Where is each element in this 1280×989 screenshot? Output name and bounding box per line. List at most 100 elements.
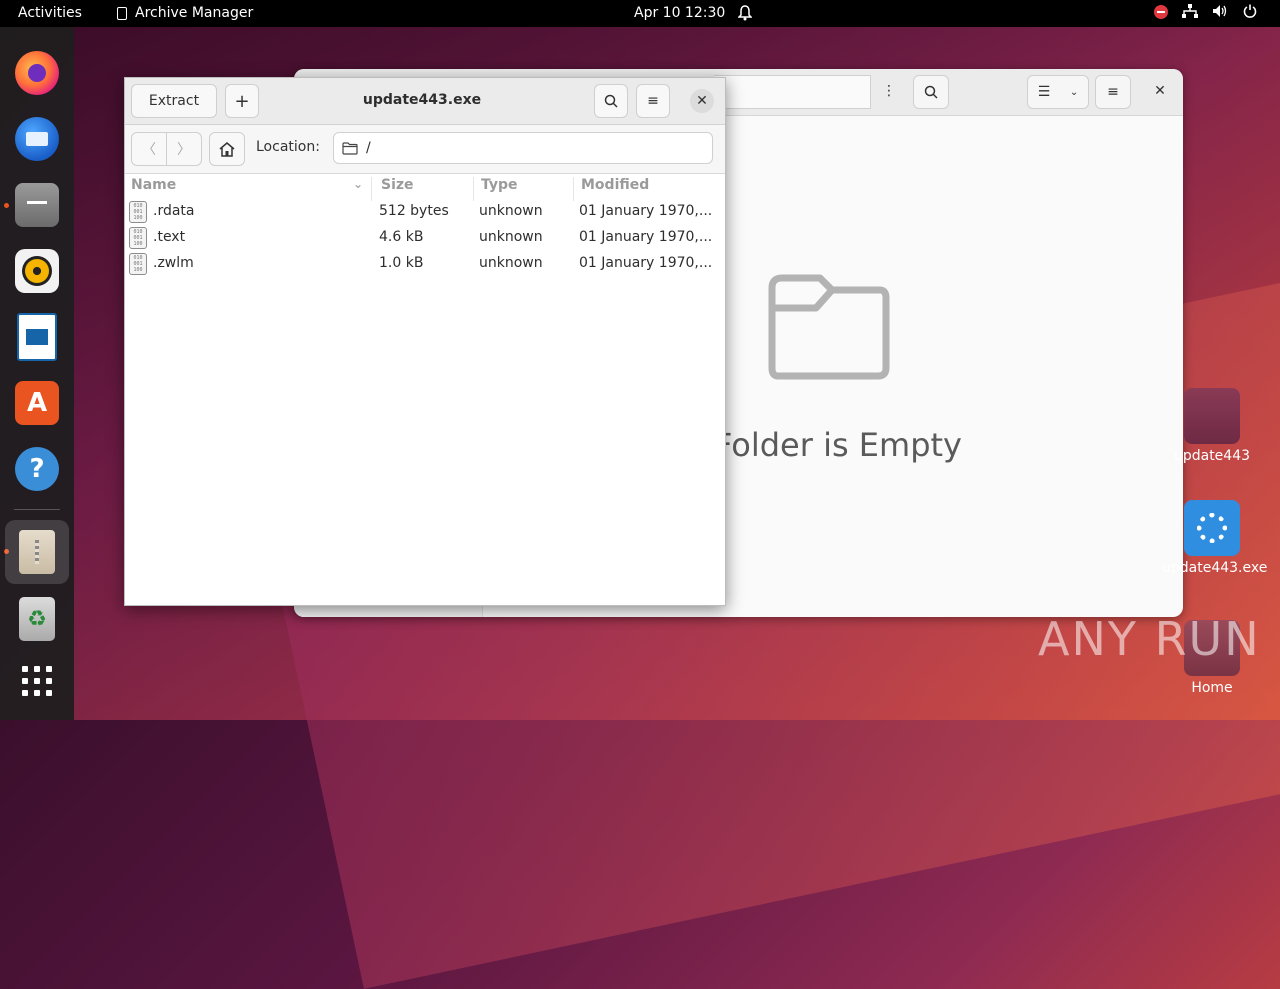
activities-button[interactable]: Activities [18,5,82,21]
close-button[interactable]: ✕ [690,89,714,113]
empty-folder-icon [768,274,890,380]
file-modified: 01 January 1970,... [579,203,713,219]
file-name: .rdata [153,203,195,219]
column-separator[interactable] [473,177,474,201]
dock: A ? ♻ [0,27,74,720]
forward-button[interactable]: 〉 [166,132,202,166]
dock-firefox[interactable] [11,47,63,99]
menu-button[interactable]: ≡ [636,84,670,118]
location-toolbar: 〈 〉 Location: / [125,125,725,174]
dock-rhythmbox[interactable] [11,245,63,297]
file-size: 4.6 kB [379,229,424,245]
home-button[interactable] [209,132,245,166]
system-tray[interactable] [1154,4,1258,20]
path-bar[interactable] [714,75,871,109]
column-headers: Name ⌄ Size Type Modified [125,174,725,201]
back-button[interactable]: 〈 [131,132,167,166]
app-menu-label: Archive Manager [135,5,254,21]
thunderbird-icon [15,117,59,161]
file-name: .text [153,229,186,245]
desktop-icon-label: update443 [1173,448,1251,464]
sort-chevron-down-icon[interactable]: ⌄ [353,177,363,191]
rhythmbox-icon [15,249,59,293]
empty-folder-message: Folder is Empty [714,426,962,464]
path-menu-icon[interactable]: ⋮ [872,75,906,107]
window-title: update443.exe [362,92,482,108]
column-type[interactable]: Type [481,177,518,193]
table-row[interactable]: 010 001 100 .zwlm 1.0 kB unknown 01 Januar… [125,251,725,277]
column-size[interactable]: Size [381,177,414,193]
close-icon: ✕ [696,93,708,109]
writer-icon [17,313,57,361]
app-menu[interactable]: Archive Manager [117,5,253,21]
dock-files[interactable] [11,179,63,231]
dock-thunderbird[interactable] [11,113,63,165]
view-toggle-button[interactable]: ☰ ⌄ [1027,75,1089,109]
notification-bell-icon[interactable] [737,5,753,25]
dock-separator [14,509,60,510]
dock-writer[interactable] [11,311,63,363]
hamburger-menu-icon[interactable]: ≡ [1095,75,1131,109]
folder-icon [342,141,358,155]
archive-manager-window[interactable]: Extract + update443.exe ≡ ✕ 〈 〉 Location… [124,77,726,606]
table-row[interactable]: 010 001 100 .text 4.6 kB unknown 01 Januar… [125,225,725,251]
file-type: unknown [479,203,543,219]
software-icon: A [15,381,59,425]
search-icon [604,94,618,108]
trash-icon: ♻ [19,597,55,641]
close-icon[interactable]: ✕ [1143,75,1177,107]
table-row[interactable]: 010 001 100 .rdata 512 bytes unknown 01 Ja… [125,199,725,225]
desktop-icon-label: update443.exe [1162,560,1268,576]
dock-help[interactable]: ? [11,443,63,495]
chevron-right-icon: 〉 [177,142,191,158]
add-files-button[interactable]: + [225,84,259,118]
watermark-logo: ANY RUN [1038,612,1261,666]
file-name: .zwlm [153,255,194,271]
column-name[interactable]: Name [131,177,176,193]
extract-button[interactable]: Extract [131,84,217,118]
desktop-folder-update443[interactable]: update443 [1162,388,1262,464]
archive-manager-small-icon [117,6,127,20]
clock[interactable]: Apr 10 12:30 [634,5,725,21]
dock-show-apps[interactable] [11,655,63,707]
desktop-file-update443-exe[interactable]: update443.exe [1162,500,1268,576]
executable-gear-icon [1184,500,1240,556]
file-type: unknown [479,255,543,271]
help-icon: ? [15,447,59,491]
file-type: unknown [479,229,543,245]
binary-file-icon: 010 001 100 [129,227,147,249]
network-icon[interactable] [1182,4,1198,20]
column-modified[interactable]: Modified [581,177,649,193]
home-icon [219,141,235,157]
location-label: Location: [256,139,320,155]
file-modified: 01 January 1970,... [579,229,713,245]
dock-trash[interactable]: ♻ [11,593,63,645]
dock-archive-manager[interactable] [5,520,69,584]
list-view-icon: ☰ [1037,84,1051,100]
top-bar: Activities Archive Manager Apr 10 12:30 [0,0,1280,27]
power-icon[interactable] [1242,4,1258,20]
hamburger-menu-icon: ≡ [647,93,659,109]
apps-grid-icon [22,666,52,696]
desktop-icon-label: Home [1191,680,1233,696]
file-modified: 01 January 1970,... [579,255,713,271]
search-icon[interactable] [913,75,949,109]
binary-file-icon: 010 001 100 [129,253,147,275]
search-button[interactable] [594,84,628,118]
column-separator[interactable] [573,177,574,201]
volume-icon[interactable] [1212,4,1228,20]
location-value: / [366,140,371,156]
archive-manager-icon [19,530,55,574]
chevron-down-icon: ⌄ [1069,86,1079,98]
column-separator[interactable] [371,177,372,201]
location-field[interactable]: / [333,132,713,164]
dock-software[interactable]: A [11,377,63,429]
archive-headerbar: Extract + update443.exe ≡ ✕ [125,78,725,125]
folder-icon [1184,388,1240,444]
chevron-left-icon: 〈 [142,142,156,158]
do-not-disturb-icon[interactable] [1154,5,1168,19]
running-indicator [4,203,9,208]
files-icon [15,183,59,227]
firefox-icon [15,51,59,95]
file-size: 1.0 kB [379,255,424,271]
